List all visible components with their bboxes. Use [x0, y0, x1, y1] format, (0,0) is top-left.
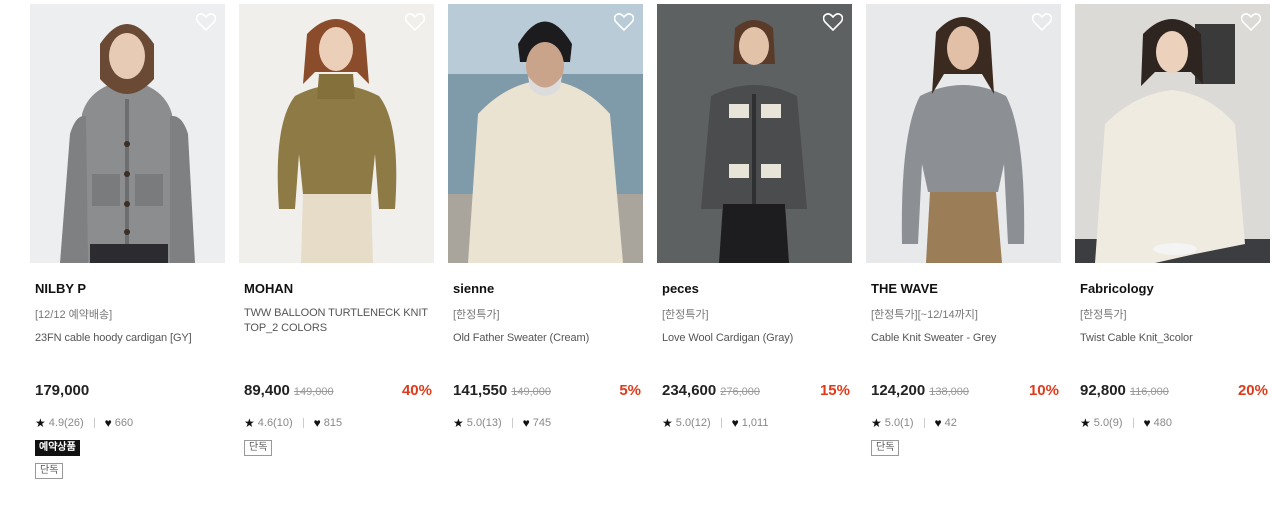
- product-image[interactable]: [866, 4, 1061, 263]
- sale-price: 179,000: [35, 382, 90, 399]
- exclusive-badge: 단독: [35, 463, 64, 479]
- wishlist-heart-icon[interactable]: [405, 13, 425, 31]
- likes-count: 660: [114, 417, 134, 429]
- brand-name[interactable]: MOHAN: [244, 281, 293, 296]
- original-price: 149,000: [511, 386, 551, 398]
- original-price: 149,000: [293, 386, 334, 398]
- product-card[interactable]: sienne [한정특가] Old Father Sweater (Cream)…: [448, 4, 643, 507]
- product-image[interactable]: [1075, 4, 1270, 263]
- sale-price: 124,200: [871, 382, 926, 399]
- promo-tag: [한정특가]: [453, 309, 500, 321]
- promo-tag: [12/12 예약배송]: [35, 309, 113, 321]
- likes-count: 42: [944, 417, 957, 429]
- likes-count: 480: [1153, 417, 1172, 429]
- product-name[interactable]: Old Father Sweater (Cream): [453, 331, 641, 346]
- wishlist-heart-icon[interactable]: [196, 13, 216, 31]
- product-name[interactable]: Twist Cable Knit_3color: [1080, 331, 1268, 346]
- product-card[interactable]: MOHAN TWW BALLOON TURTLENECK KNIT TOP_2 …: [239, 4, 434, 507]
- star-icon: ★: [35, 416, 46, 430]
- rating-text: 5.0(1): [884, 417, 914, 429]
- brand-name[interactable]: sienne: [453, 281, 494, 296]
- divider: [93, 418, 95, 428]
- product-meta: ★ 5.0(9) ♥ 480: [1080, 416, 1172, 430]
- sale-price: 234,600: [662, 382, 717, 399]
- original-price: 116,000: [1129, 386, 1169, 398]
- price-row: 92,800 116,000 20%: [1080, 382, 1268, 402]
- rating-text: 5.0(9): [1093, 417, 1123, 429]
- brand-name[interactable]: THE WAVE: [871, 281, 938, 296]
- product-card[interactable]: NILBY P [12/12 예약배송] 23FN cable hoody ca…: [30, 4, 225, 507]
- promo-tag: [한정특가]: [662, 309, 709, 321]
- heart-filled-icon: ♥: [104, 416, 112, 430]
- product-meta: ★ 5.0(1) ♥ 42: [871, 416, 957, 430]
- product-grid: NILBY P [12/12 예약배송] 23FN cable hoody ca…: [30, 4, 1272, 507]
- promo-tag: [한정특가]: [1080, 309, 1127, 321]
- rating-text: 5.0(13): [466, 417, 502, 429]
- heart-filled-icon: ♥: [1143, 416, 1151, 430]
- discount-rate: 5%: [619, 382, 641, 399]
- price-row: 89,400 149,000 40%: [244, 382, 432, 402]
- rating-text: 4.6(10): [257, 417, 293, 429]
- product-image[interactable]: [448, 4, 643, 263]
- heart-filled-icon: ♥: [313, 416, 321, 430]
- rating-text: 4.9(26): [48, 417, 84, 429]
- star-icon: ★: [1080, 416, 1091, 430]
- price-row: 141,550 149,000 5%: [453, 382, 641, 402]
- heart-filled-icon: ♥: [934, 416, 942, 430]
- star-icon: ★: [871, 416, 882, 430]
- promo-tag: [한정특가][~12/14까지]: [871, 309, 978, 321]
- heart-filled-icon: ♥: [522, 416, 530, 430]
- original-price: 138,000: [929, 386, 969, 398]
- discount-rate: 20%: [1237, 382, 1268, 399]
- exclusive-badge: 단독: [244, 440, 273, 456]
- brand-name[interactable]: NILBY P: [35, 281, 86, 296]
- divider: [923, 418, 925, 428]
- product-meta: ★ 5.0(13) ♥ 745: [453, 416, 551, 430]
- product-name[interactable]: 23FN cable hoody cardigan [GY]: [35, 331, 223, 346]
- price-row: 179,000: [35, 382, 223, 402]
- star-icon: ★: [453, 416, 464, 430]
- wishlist-heart-icon[interactable]: [1032, 13, 1052, 31]
- likes-count: 1,011: [741, 417, 769, 429]
- wishlist-heart-icon[interactable]: [614, 13, 634, 31]
- product-image[interactable]: [30, 4, 225, 263]
- sale-price: 141,550: [453, 382, 508, 399]
- product-meta: ★ 5.0(12) ♥ 1,011: [662, 416, 768, 430]
- exclusive-badge: 단독: [871, 440, 900, 456]
- product-name[interactable]: Love Wool Cardigan (Gray): [662, 331, 850, 346]
- heart-filled-icon: ♥: [731, 416, 739, 430]
- product-card[interactable]: peces [한정특가] Love Wool Cardigan (Gray) 2…: [657, 4, 852, 507]
- divider: [720, 418, 722, 428]
- product-name[interactable]: Cable Knit Sweater - Grey: [871, 331, 1059, 346]
- divider: [1132, 418, 1134, 428]
- price-row: 124,200 138,000 10%: [871, 382, 1059, 402]
- star-icon: ★: [244, 416, 255, 430]
- sale-price: 92,800: [1080, 382, 1126, 399]
- product-meta: ★ 4.6(10) ♥ 815: [244, 416, 342, 430]
- star-icon: ★: [662, 416, 673, 430]
- product-card[interactable]: Fabricology [한정특가] Twist Cable Knit_3col…: [1075, 4, 1270, 507]
- likes-count: 745: [532, 417, 552, 429]
- price-row: 234,600 276,000 15%: [662, 382, 850, 402]
- brand-name[interactable]: peces: [662, 281, 699, 296]
- reservation-badge: 예약상품: [35, 440, 80, 456]
- wishlist-heart-icon[interactable]: [1241, 13, 1261, 31]
- product-meta: ★ 4.9(26) ♥ 660: [35, 416, 133, 430]
- product-image[interactable]: [239, 4, 434, 263]
- product-name[interactable]: TWW BALLOON TURTLENECK KNIT TOP_2 COLORS: [244, 306, 432, 336]
- product-card[interactable]: THE WAVE [한정특가][~12/14까지] Cable Knit Swe…: [866, 4, 1061, 507]
- product-image[interactable]: [657, 4, 852, 263]
- wishlist-heart-icon[interactable]: [823, 13, 843, 31]
- brand-name[interactable]: Fabricology: [1080, 281, 1154, 296]
- divider: [302, 418, 304, 428]
- sale-price: 89,400: [244, 382, 290, 399]
- discount-rate: 40%: [401, 382, 432, 399]
- likes-count: 815: [323, 417, 343, 429]
- divider: [511, 418, 513, 428]
- discount-rate: 10%: [1028, 382, 1059, 399]
- rating-text: 5.0(12): [675, 417, 711, 429]
- original-price: 276,000: [720, 386, 760, 398]
- discount-rate: 15%: [819, 382, 850, 399]
